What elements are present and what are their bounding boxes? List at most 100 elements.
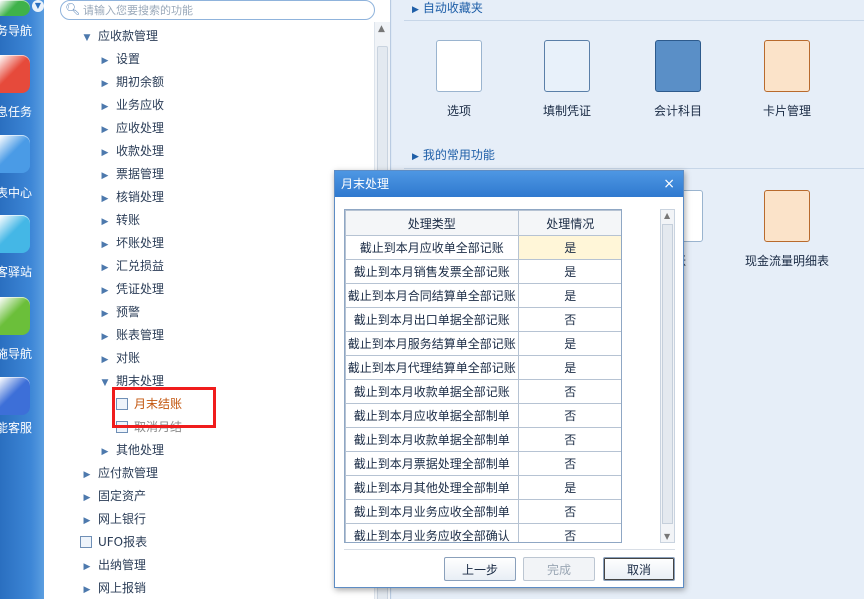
divider [404,20,864,21]
table-row[interactable]: 截止到本月出口单据全部记账否 [345,307,621,332]
tree-folder-item[interactable]: ▶ 应付款管理 [80,463,158,483]
chevron-right-icon[interactable]: ▶ [98,120,112,140]
process-status-cell[interactable]: 是 [517,331,621,356]
chevron-right-icon[interactable]: ▶ [98,258,112,278]
table-row[interactable]: 截止到本月业务应收全部确认否 [345,523,621,542]
scroll-up-icon[interactable]: ▲ [378,24,385,34]
tree-folder-item[interactable]: ▶ 核销处理 [98,187,164,207]
process-status-cell[interactable]: 否 [517,427,621,452]
check-table: 处理类型 处理情况 截止到本月应收单全部记账是截止到本月销售发票全部记账是截止到… [344,209,622,543]
shortcut-item[interactable]: 填制凭证 [522,40,612,119]
tree-folder-item[interactable]: ▼ 应收款管理 [80,26,158,46]
chevron-right-icon[interactable]: ▶ [98,212,112,232]
close-icon[interactable]: × [663,171,675,197]
table-row[interactable]: 截止到本月业务应收全部制单否 [345,499,621,524]
process-status-cell[interactable]: 是 [517,235,621,260]
shortcut-item[interactable]: 选项 [414,40,504,119]
table-scroll-thumb[interactable] [662,224,673,524]
table-row[interactable]: 截止到本月其他处理全部制单是 [345,475,621,500]
tree-folder-item[interactable]: ▶ 其他处理 [98,440,164,460]
chevron-right-icon[interactable]: ▶ [98,235,112,255]
tree-folder-item[interactable]: ▶ 期初余额 [98,72,164,92]
chevron-right-icon[interactable]: ▶ [98,189,112,209]
shortcut-item[interactable]: 卡片管理 [742,40,832,119]
scroll-down-icon[interactable]: ▼ [664,532,670,541]
chevron-down-icon[interactable]: ▼ [80,28,94,48]
chevron-right-icon[interactable]: ▶ [98,442,112,462]
tree-folder-item[interactable]: ▶ 转账 [98,210,140,230]
chevron-right-icon[interactable]: ▶ [98,327,112,347]
process-status-cell[interactable]: 是 [517,259,621,284]
tree-leaf-item[interactable]: UFO报表 [80,532,147,552]
expand-triangle-icon: ▶ [412,5,419,15]
table-row[interactable]: 截止到本月服务结算单全部记账是 [345,331,621,356]
process-status-cell[interactable]: 是 [517,283,621,308]
finish-button[interactable]: 完成 [523,557,595,581]
chevron-right-icon[interactable]: ▶ [98,304,112,324]
tree-folder-item[interactable]: ▶ 坏账处理 [98,233,164,253]
process-status-cell[interactable]: 否 [517,379,621,404]
tree-folder-item[interactable]: ▶ 凭证处理 [98,279,164,299]
chevron-right-icon[interactable]: ▶ [98,51,112,71]
tree-folder-item[interactable]: ▶ 汇兑损益 [98,256,164,276]
shortcut-item[interactable]: 会计科目 [633,40,723,119]
mail-icon [0,55,30,93]
scroll-up-icon[interactable]: ▲ [664,211,670,220]
tree-folder-item[interactable]: ▶ 账表管理 [98,325,164,345]
column-header-type[interactable]: 处理类型 [345,210,519,236]
process-status-cell[interactable]: 否 [517,499,621,524]
prev-step-button[interactable]: 上一步 [444,557,516,581]
tree-folder-item[interactable]: ▶ 预警 [98,302,140,322]
search-input[interactable] [83,2,363,18]
chevron-right-icon[interactable]: ▶ [98,143,112,163]
common-section-header[interactable]: ▶ 我的常用功能 [412,147,495,163]
tree-item-label: 设置 [116,52,141,66]
tree-folder-item[interactable]: ▶ 票据管理 [98,164,164,184]
table-row[interactable]: 截止到本月应收单全部记账是 [345,235,621,260]
table-row[interactable]: 截止到本月合同结算单全部记账是 [345,283,621,308]
tree-item-label: 应收款管理 [98,29,159,43]
table-row[interactable]: 截止到本月收款单据全部记账否 [345,379,621,404]
process-status-cell[interactable]: 否 [517,307,621,332]
chevron-down-icon[interactable]: ▼ [98,373,112,393]
chevron-right-icon[interactable]: ▶ [80,465,94,485]
tree-folder-item[interactable]: ▶ 固定资产 [80,486,146,506]
process-status-cell[interactable]: 是 [517,475,621,500]
chevron-right-icon[interactable]: ▶ [98,74,112,94]
tree-folder-item[interactable]: ▶ 应收处理 [98,118,164,138]
process-status-cell[interactable]: 否 [517,523,621,542]
cancel-button[interactable]: 取消 [603,557,675,581]
shortcut-item[interactable]: 现金流量明细表 [742,190,832,269]
search-box[interactable]: 🔍︎ [60,0,375,20]
dock-dropdown-icon[interactable]: ▼ [32,0,44,12]
tree-folder-item[interactable]: ▶ 出纳管理 [80,555,146,575]
column-header-status[interactable]: 处理情况 [517,210,621,236]
chevron-right-icon[interactable]: ▶ [98,97,112,117]
favorites-section-header[interactable]: ▶ 自动收藏夹 [412,0,483,16]
chevron-right-icon[interactable]: ▶ [98,166,112,186]
chevron-right-icon[interactable]: ▶ [80,511,94,531]
chevron-right-icon[interactable]: ▶ [80,557,94,577]
chevron-right-icon[interactable]: ▶ [98,281,112,301]
shortcut-item[interactable]: 客 [838,190,864,269]
process-status-cell[interactable]: 否 [517,451,621,476]
chevron-right-icon[interactable]: ▶ [98,350,112,370]
tree-folder-item[interactable]: ▶ 网上报销 [80,578,146,598]
tree-folder-item[interactable]: ▶ 设置 [98,49,140,69]
table-row[interactable]: 截止到本月票据处理全部制单否 [345,451,621,476]
tree-folder-item[interactable]: ▶ 收款处理 [98,141,164,161]
chevron-right-icon[interactable]: ▶ [80,580,94,599]
table-row[interactable]: 截止到本月收款单据全部制单否 [345,427,621,452]
process-status-cell[interactable]: 否 [517,403,621,428]
tree-folder-item[interactable]: ▶ 对账 [98,348,140,368]
tree-folder-item[interactable]: ▶ 业务应收 [98,95,164,115]
tree-folder-item[interactable]: ▶ 网上银行 [80,509,146,529]
table-scrollbar[interactable]: ▲ ▼ [660,209,675,543]
table-row[interactable]: 截止到本月应收单据全部制单否 [345,403,621,428]
table-row[interactable]: 截止到本月代理结算单全部记账是 [345,355,621,380]
process-status-cell[interactable]: 是 [517,355,621,380]
dialog-title-bar[interactable]: 月末处理 × [335,171,683,197]
chevron-right-icon[interactable]: ▶ [80,488,94,508]
table-row[interactable]: 截止到本月销售发票全部记账是 [345,259,621,284]
tree-item-label: 收款处理 [116,144,165,158]
